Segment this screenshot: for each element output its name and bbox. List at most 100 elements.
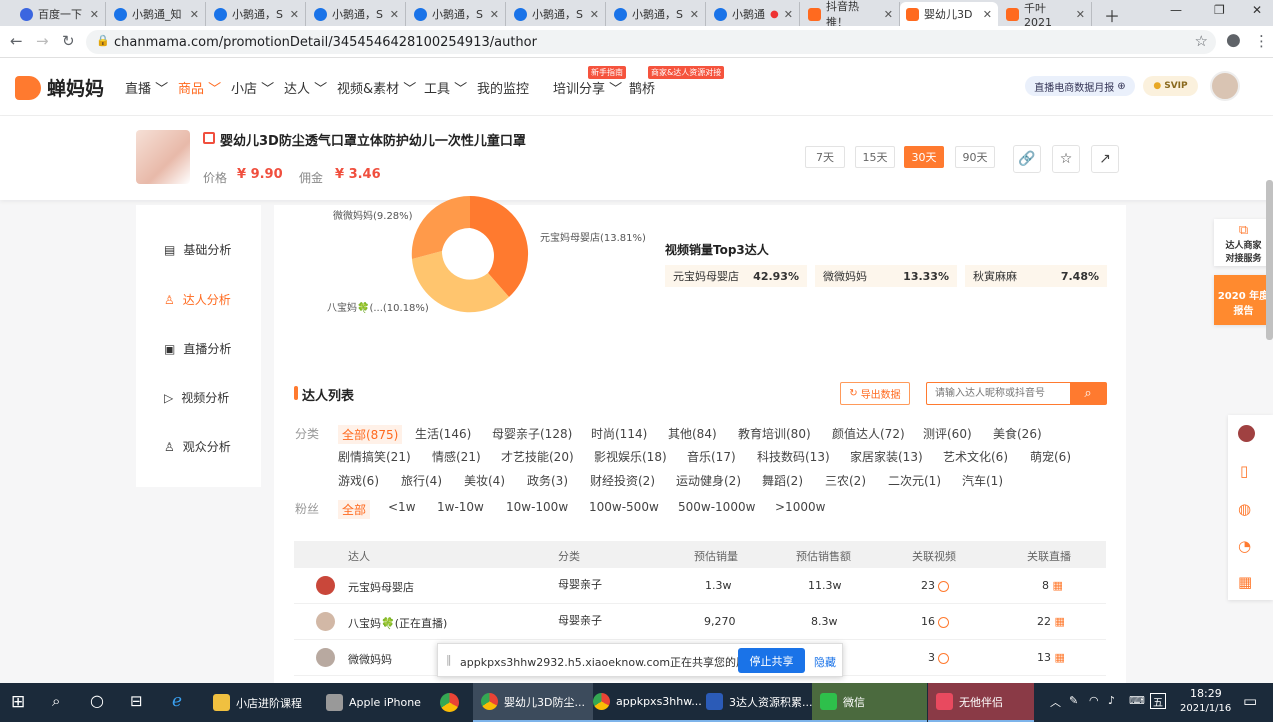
taskbar-app[interactable]: appkpxs3hhw... (585, 683, 710, 722)
cortana-icon[interactable]: ○ (90, 691, 104, 710)
close-icon[interactable]: ✕ (983, 8, 992, 21)
live-room-icon[interactable]: ▦ (1053, 579, 1063, 592)
export-button[interactable]: ↻ 导出数据 (840, 382, 910, 405)
reload-icon[interactable]: ↻ (62, 32, 75, 50)
window-close-icon[interactable]: ✕ (1252, 3, 1262, 17)
nav-live[interactable]: 直播 ﹀ (125, 78, 168, 97)
close-icon[interactable]: ✕ (590, 8, 599, 21)
close-icon[interactable]: ✕ (690, 8, 699, 21)
category-chip[interactable]: 政务(3) (527, 472, 568, 489)
close-icon[interactable]: ✕ (290, 8, 299, 21)
forward-icon[interactable]: → (36, 32, 49, 50)
nav-training[interactable]: 培训分享 ﹀ (553, 78, 622, 97)
taskbar-app[interactable]: Apple iPhone (318, 683, 429, 722)
support-icon[interactable]: ◔ (1238, 537, 1251, 555)
play-icon[interactable] (938, 580, 949, 592)
pen-icon[interactable]: ✎ (1069, 694, 1078, 707)
hide-button[interactable]: 隐藏 (814, 654, 836, 670)
link-icon[interactable]: 🔗 (1013, 145, 1041, 173)
browser-tab[interactable]: 小鹅通_知 ✕ (108, 2, 206, 26)
feedback-icon[interactable]: ◍ (1238, 500, 1251, 518)
phone-icon[interactable]: ▯ (1240, 462, 1248, 480)
category-chip[interactable]: 情感(21) (432, 448, 481, 465)
chrome-icon[interactable] (440, 693, 459, 712)
category-chip[interactable]: 三农(2) (825, 472, 866, 489)
range-15d[interactable]: 15天 (855, 146, 895, 168)
category-chip[interactable]: 剧情搞笑(21) (338, 448, 411, 465)
range-7d[interactable]: 7天 (805, 146, 845, 168)
table-row[interactable]: 八宝妈🍀(正在直播) 母婴亲子 9,270 8.3w 16 22 ▦ (294, 604, 1106, 640)
browser-tab[interactable]: 抖音热推！ ✕ (802, 0, 900, 29)
category-chip[interactable]: 家居家装(13) (850, 448, 923, 465)
category-chip[interactable]: 颜值达人(72) (832, 425, 905, 442)
keyboard-icon[interactable]: ⌨ (1129, 694, 1145, 707)
task-view-icon[interactable]: ⊟ (130, 692, 143, 710)
category-chip[interactable]: 时尚(114) (591, 425, 647, 442)
live-room-icon[interactable]: ▦ (1055, 651, 1065, 664)
category-chip[interactable]: 教育培训(80) (738, 425, 811, 442)
bookmark-star-icon[interactable]: ☆ (1195, 32, 1208, 50)
sidebar-item-influencer[interactable]: ♙ 达人分析 (164, 291, 231, 308)
range-30d[interactable]: 30天 (904, 146, 944, 168)
back-icon[interactable]: ← (10, 32, 23, 50)
product-thumbnail[interactable] (136, 130, 190, 184)
share-icon[interactable]: ↗ (1091, 145, 1119, 173)
category-chip[interactable]: 影视娱乐(18) (594, 448, 667, 465)
search-icon[interactable]: ⌕ (1070, 383, 1106, 404)
category-chip[interactable]: 才艺技能(20) (501, 448, 574, 465)
top3-item[interactable]: 元宝妈母婴店 42.93% (665, 265, 807, 287)
category-chip[interactable]: 财经投资(2) (590, 472, 655, 489)
browser-tab[interactable]: 小鹅通，S ✕ (608, 2, 706, 26)
close-icon[interactable]: ✕ (90, 8, 99, 21)
category-chip[interactable]: 汽车(1) (962, 472, 1003, 489)
wifi-icon[interactable]: ◠ (1089, 694, 1099, 707)
category-chip[interactable]: 其他(84) (668, 425, 717, 442)
windows-start-icon[interactable]: ⊞ (11, 692, 25, 712)
nav-bridge[interactable]: 鹊桥 (629, 78, 655, 97)
browser-tab[interactable]: 小鹅通 ● ✕ (708, 2, 800, 26)
category-chip[interactable]: 舞蹈(2) (762, 472, 803, 489)
range-90d[interactable]: 90天 (955, 146, 995, 168)
clock-date[interactable]: 2021/1/16 (1180, 703, 1231, 714)
nav-video[interactable]: 视频&素材 ﹀ (337, 78, 416, 97)
browser-tab[interactable]: 小鹅通，S ✕ (208, 2, 306, 26)
menu-icon[interactable]: ⋮ (1254, 32, 1269, 50)
top3-item[interactable]: 微微妈妈 13.33% (815, 265, 957, 287)
category-chip[interactable]: 测评(60) (923, 425, 972, 442)
category-chip[interactable]: 科技数码(13) (757, 448, 830, 465)
category-chip[interactable]: 全部(875) (338, 425, 403, 444)
profile-icon[interactable]: ● (1226, 30, 1241, 50)
svip-badge[interactable]: ● SVIP (1143, 76, 1198, 96)
new-tab-icon[interactable]: ＋ (1104, 3, 1120, 27)
category-chip[interactable]: 音乐(17) (687, 448, 736, 465)
category-chip[interactable]: 萌宠(6) (1030, 448, 1071, 465)
close-icon[interactable]: ✕ (190, 8, 199, 21)
browser-tab[interactable]: 百度一下 ✕ (14, 2, 106, 26)
taskbar-app[interactable]: 微信 (812, 683, 927, 722)
taskbar-app[interactable]: 无他伴侣 (928, 683, 1034, 722)
annual-report-float[interactable]: 2020 年度报告 (1214, 275, 1273, 325)
fans-chip[interactable]: <1w (388, 500, 416, 514)
user-avatar[interactable] (1210, 71, 1240, 101)
tray-chevron-icon[interactable]: ︿ (1050, 694, 1061, 710)
category-chip[interactable]: 生活(146) (415, 425, 471, 442)
maximize-icon[interactable]: ❐ (1214, 3, 1225, 17)
volume-icon[interactable]: ♪ (1108, 694, 1115, 707)
fans-chip[interactable]: 全部 (338, 500, 371, 519)
notification-icon[interactable]: ▭ (1243, 692, 1257, 710)
close-icon[interactable]: ✕ (490, 8, 499, 21)
ime-icon[interactable]: 五 (1150, 693, 1166, 709)
top3-item[interactable]: 秋寅麻麻 7.48% (965, 265, 1107, 287)
category-chip[interactable]: 美妆(4) (464, 472, 505, 489)
sidebar-item-audience[interactable]: ♙ 观众分析 (164, 438, 231, 455)
stop-sharing-button[interactable]: 停止共享 (738, 648, 805, 673)
category-chip[interactable]: 旅行(4) (401, 472, 442, 489)
fans-chip[interactable]: >1000w (775, 500, 825, 514)
play-icon[interactable] (938, 652, 949, 664)
edge-icon[interactable]: ℯ (172, 691, 182, 711)
category-chip[interactable]: 母婴亲子(128) (492, 425, 572, 442)
taskbar-app[interactable]: 婴幼儿3D防尘... (473, 683, 593, 722)
search-icon[interactable]: ⌕ (52, 692, 60, 710)
taskbar-app[interactable]: 3达人资源积累... (698, 683, 821, 722)
avatar[interactable] (1238, 425, 1255, 442)
